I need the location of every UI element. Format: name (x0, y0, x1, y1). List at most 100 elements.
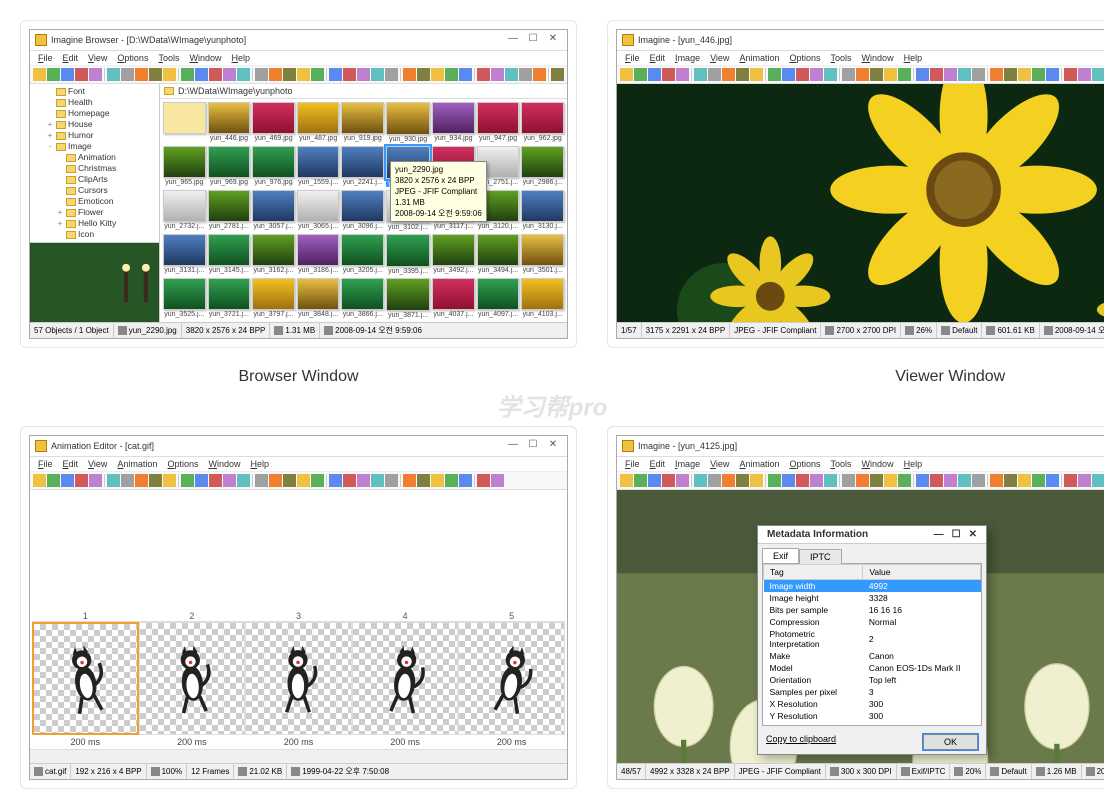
toolbar-button-18[interactable] (297, 474, 310, 487)
toolbar-button-0[interactable] (620, 474, 633, 487)
tree-node-health[interactable]: Health (32, 97, 157, 108)
toolbar-button-25[interactable] (403, 474, 416, 487)
toolbar-button-26[interactable] (417, 474, 430, 487)
meta-canvas[interactable]: Metadata Information — ☐ ✕ Exif IPTC Ta (617, 490, 1104, 763)
path-bar[interactable]: D:\WData\WImage\yunphoto (160, 84, 567, 99)
tree-node-humor[interactable]: +Humor (32, 130, 157, 141)
toolbar-button-2[interactable] (648, 68, 661, 81)
toolbar-button-20[interactable] (916, 68, 929, 81)
toolbar-button-19[interactable] (311, 68, 324, 81)
thumbnail-item[interactable]: yun_3848.j... (297, 278, 340, 319)
frame-4[interactable]: 200 ms (352, 622, 459, 747)
toolbar-button-29[interactable] (1046, 68, 1059, 81)
toolbar-button-15[interactable] (842, 68, 855, 81)
toolbar-button-22[interactable] (357, 474, 370, 487)
tree-node-flower[interactable]: +Flower (32, 207, 157, 218)
toolbar-button-14[interactable] (237, 474, 250, 487)
thumbnail-item[interactable]: yun_446.jpg (208, 102, 251, 143)
toolbar-button-13[interactable] (810, 68, 823, 81)
thumbnail-grid[interactable]: yun_446.jpgyun_469.jpgyun_487.jpgyun_919… (160, 99, 567, 322)
toolbar-button-16[interactable] (856, 474, 869, 487)
toolbar-button-22[interactable] (357, 68, 370, 81)
menu-window[interactable]: Window (205, 458, 245, 470)
tree-node-image[interactable]: -Image (32, 141, 157, 152)
thumbnail-item[interactable]: yun_3395.j... (386, 234, 430, 275)
toolbar-button-11[interactable] (782, 68, 795, 81)
menu-window[interactable]: Window (858, 458, 898, 470)
toolbar-button-1[interactable] (634, 474, 647, 487)
ok-button[interactable]: OK (923, 734, 978, 750)
toolbar-button-33[interactable] (519, 68, 532, 81)
thumbnail-item[interactable]: yun_2732.j... (163, 190, 206, 231)
thumbnail-item[interactable]: yun_3525.j... (163, 278, 206, 319)
menu-window[interactable]: Window (858, 52, 898, 64)
toolbar-button-25[interactable] (990, 68, 1003, 81)
thumbnail-item[interactable]: yun_2781.j... (208, 190, 251, 231)
thumbnail-item[interactable]: yun_4097.j... (477, 278, 520, 319)
toolbar-button-27[interactable] (431, 474, 444, 487)
frame-5[interactable]: 200 ms (458, 622, 565, 747)
thumbnail-item[interactable]: yun_962.jpg (521, 102, 564, 143)
toolbar-button-9[interactable] (163, 474, 176, 487)
toolbar-button-5[interactable] (694, 68, 707, 81)
toolbar-button-15[interactable] (255, 474, 268, 487)
toolbar-button-12[interactable] (796, 68, 809, 81)
menu-animation[interactable]: Animation (113, 458, 161, 470)
thumbnail-item[interactable]: yun_2241.j... (341, 146, 384, 187)
toolbar-button-3[interactable] (75, 68, 88, 81)
toolbar-button-30[interactable] (477, 68, 490, 81)
toolbar-button-23[interactable] (958, 474, 971, 487)
toolbar-button-10[interactable] (768, 68, 781, 81)
toolbar-button-2[interactable] (61, 68, 74, 81)
toolbar-button-22[interactable] (944, 68, 957, 81)
thumbnail-item[interactable]: yun_3130.j... (521, 190, 564, 231)
thumbnail-item[interactable]: yun_969.jpg (208, 146, 251, 187)
metadata-row[interactable]: ModelCanon EOS-1Ds Mark II (764, 662, 981, 674)
tree-node-christmas[interactable]: Christmas (32, 163, 157, 174)
toolbar-button-3[interactable] (75, 474, 88, 487)
tree-node-animation[interactable]: Animation (32, 152, 157, 163)
toolbar-button-24[interactable] (972, 474, 985, 487)
toolbar-button-1[interactable] (47, 474, 60, 487)
toolbar-button-17[interactable] (283, 474, 296, 487)
thumbnail-item[interactable]: yun_2986.j... (521, 146, 564, 187)
menu-file[interactable]: File (621, 52, 644, 64)
toolbar-button-29[interactable] (1046, 474, 1059, 487)
toolbar-button-15[interactable] (842, 474, 855, 487)
toolbar-button-22[interactable] (944, 474, 957, 487)
metadata-row[interactable]: X Resolution300 (764, 698, 981, 710)
toolbar-button-10[interactable] (768, 474, 781, 487)
horizontal-scrollbar[interactable] (30, 749, 567, 763)
thumbnail-item[interactable]: yun_3205.j... (341, 234, 384, 275)
thumbnail-item[interactable]: yun_3501.j... (521, 234, 564, 275)
toolbar-button-18[interactable] (884, 474, 897, 487)
maximize-button[interactable]: ☐ (524, 33, 542, 47)
toolbar-button-6[interactable] (708, 474, 721, 487)
toolbar-button-11[interactable] (195, 474, 208, 487)
menu-tools[interactable]: Tools (154, 52, 183, 64)
toolbar-button-28[interactable] (445, 68, 458, 81)
toolbar-button-12[interactable] (796, 474, 809, 487)
toolbar-button-0[interactable] (33, 474, 46, 487)
frame-3[interactable]: 200 ms (245, 622, 352, 747)
metadata-row[interactable]: Y Resolution300 (764, 710, 981, 722)
toolbar-button-6[interactable] (121, 474, 134, 487)
toolbar-button-5[interactable] (694, 474, 707, 487)
menu-options[interactable]: Options (785, 458, 824, 470)
tree-node-emoticon[interactable]: Emoticon (32, 196, 157, 207)
toolbar-button-26[interactable] (417, 68, 430, 81)
tree-node-house[interactable]: +House (32, 119, 157, 130)
dialog-minimize-button[interactable]: — (930, 529, 948, 540)
thumbnail-item[interactable]: yun_919.jpg (341, 102, 384, 143)
copy-to-clipboard-link[interactable]: Copy to clipboard (766, 734, 836, 750)
thumbnail-item[interactable] (163, 102, 206, 143)
thumbnail-item[interactable]: yun_947.jpg (477, 102, 520, 143)
toolbar-button-0[interactable] (620, 68, 633, 81)
toolbar-button-26[interactable] (1004, 474, 1017, 487)
menu-view[interactable]: View (84, 458, 111, 470)
close-button[interactable]: ✕ (544, 439, 562, 453)
thumbnail-item[interactable]: yun_469.jpg (252, 102, 295, 143)
toolbar-button-7[interactable] (722, 68, 735, 81)
thumbnail-item[interactable]: yun_4037.j... (432, 278, 475, 319)
menu-tools[interactable]: Tools (827, 458, 856, 470)
